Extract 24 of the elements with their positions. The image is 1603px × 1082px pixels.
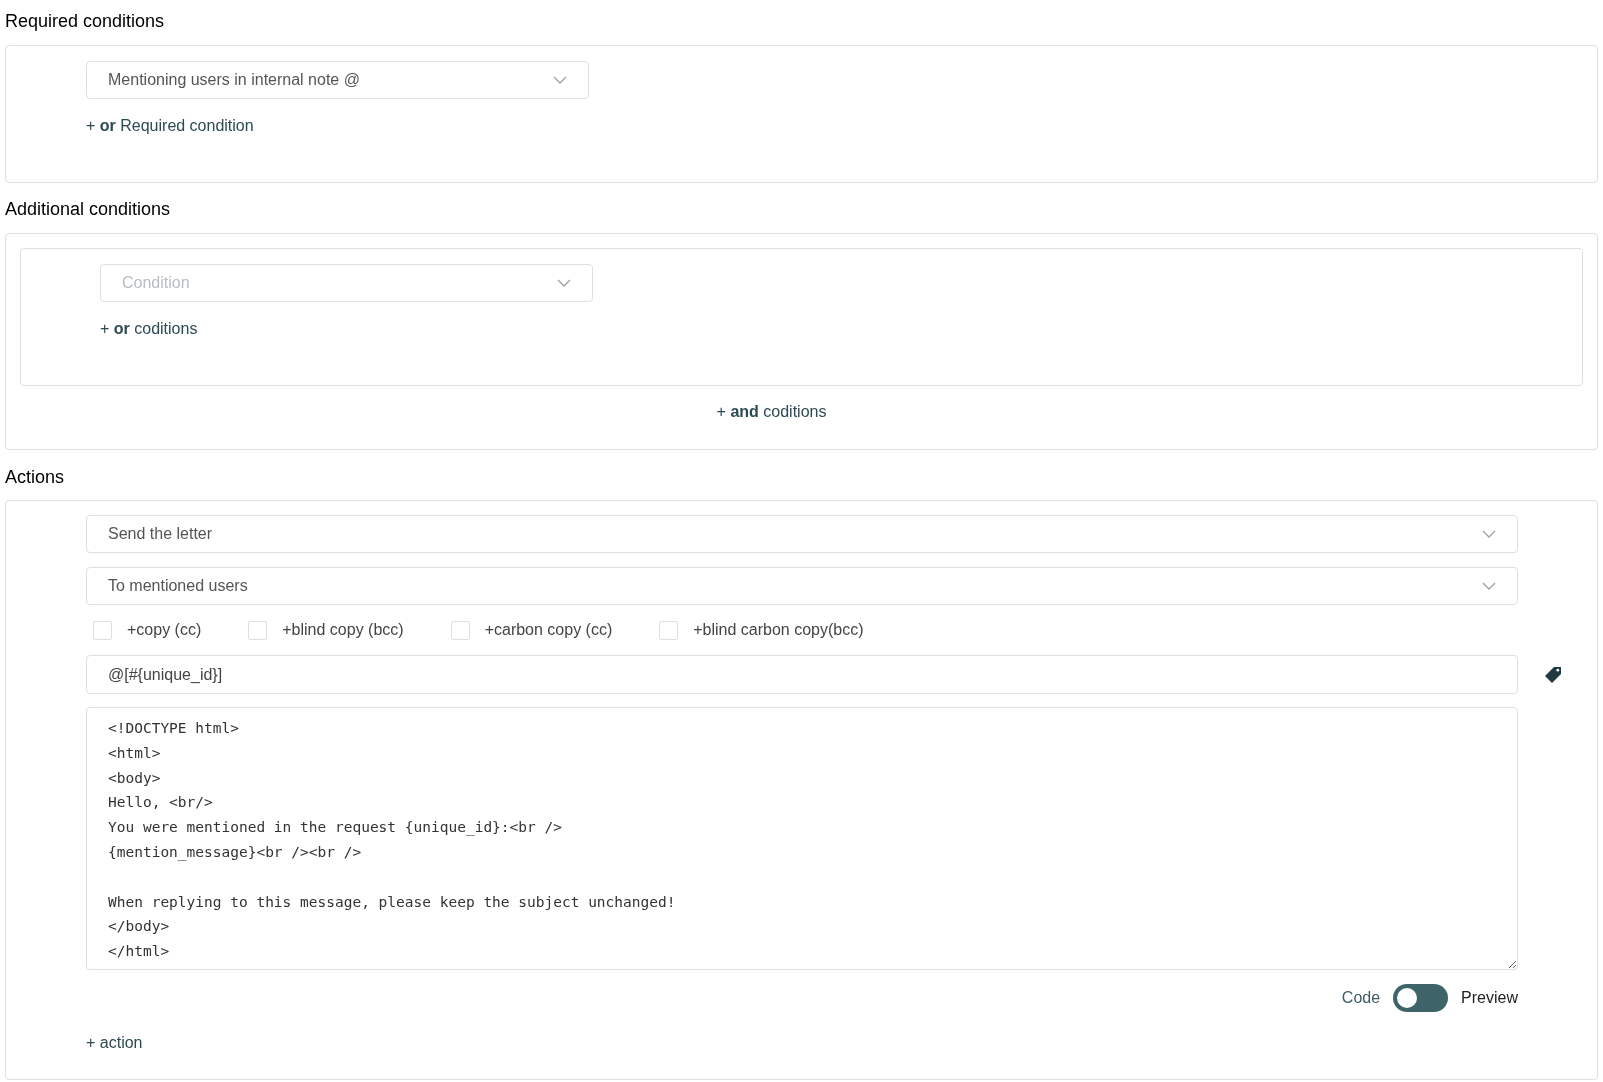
section-heading: Additional conditions [5, 198, 172, 221]
copy-checkbox[interactable]: +blind carbon copy(bcc) [659, 618, 864, 642]
code-preview-toggle[interactable] [1393, 984, 1449, 1012]
toggle-label: Preview [1461, 988, 1518, 1008]
copy-checkbox[interactable]: +blind copy (bcc) [248, 618, 404, 642]
add-link[interactable]: + or Required condition [86, 114, 254, 138]
toggle-label: Code [1341, 988, 1381, 1008]
copy-checkbox[interactable]: +carbon copy (cc) [450, 618, 613, 642]
copy-checkbox[interactable]: +copy (cc) [93, 618, 202, 642]
dropdown-select[interactable]: Mentioning users in internal note @ [86, 61, 589, 99]
dropdown-select[interactable]: To mentioned users [86, 567, 1518, 605]
subject-input[interactable]: @[#{unique_id}] [86, 655, 1518, 694]
tag-icon[interactable] [1544, 665, 1562, 684]
chevron-down-icon [1482, 582, 1496, 590]
html-body-editor[interactable]: <!DOCTYPE html> <html> <body> Hello, <br/> You were mentioned in the request {unique_id}:<br /> {mention_message}<br /><br /> When replying to this message, please keep the subject unchanged! </body> </html> [86, 707, 1518, 970]
add-link[interactable]: + or coditions [100, 317, 198, 341]
add-action-link[interactable]: + action [86, 1031, 143, 1055]
add-link[interactable]: + and coditions [716, 400, 827, 424]
section-heading: Required conditions [5, 10, 166, 33]
dropdown-select[interactable]: Send the letter [86, 515, 1518, 553]
section-heading: Actions [5, 466, 66, 489]
chevron-down-icon [553, 76, 567, 84]
chevron-down-icon [1482, 530, 1496, 538]
chevron-down-icon [557, 279, 571, 287]
